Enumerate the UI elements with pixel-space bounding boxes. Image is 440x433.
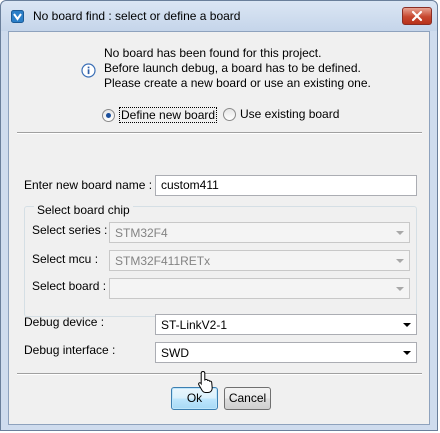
message-line-2: Before launch debug, a board has to be d… — [104, 61, 361, 75]
debug-interface-select[interactable]: SWD — [155, 342, 417, 363]
debug-device-value: ST-LinkV2-1 — [161, 318, 228, 332]
app-icon — [11, 10, 24, 23]
radio-label-define-new: Define new board — [119, 107, 218, 123]
mcu-label: Select mcu : — [32, 252, 99, 266]
separator — [17, 132, 422, 134]
board-select[interactable] — [109, 278, 410, 299]
radio-button-checked[interactable] — [102, 108, 115, 122]
debug-interface-label: Debug interface : — [24, 343, 116, 357]
message-line-1: No board has been found for this project… — [104, 46, 322, 60]
radio-button-unchecked[interactable] — [223, 107, 236, 121]
mcu-value: STM32F411RETx — [115, 254, 211, 268]
board-label: Select board : — [32, 279, 107, 293]
chevron-down-icon — [396, 259, 404, 263]
separator — [17, 373, 422, 375]
debug-device-select[interactable]: ST-LinkV2-1 — [155, 314, 417, 335]
info-icon — [81, 63, 96, 78]
message-line-3: Please create a new board or use an exis… — [104, 76, 371, 90]
board-name-label: Enter new board name : — [24, 178, 153, 192]
mcu-select[interactable]: STM32F411RETx — [109, 250, 410, 271]
close-icon — [411, 10, 423, 22]
cancel-button[interactable]: Cancel — [224, 387, 271, 410]
chevron-down-icon — [396, 287, 404, 291]
chevron-down-icon — [403, 351, 411, 355]
chevron-down-icon — [396, 231, 404, 235]
window-title: No board find : select or define a board — [33, 9, 241, 23]
series-select[interactable]: STM32F4 — [109, 222, 410, 243]
title-bar[interactable]: No board find : select or define a board — [1, 1, 437, 31]
series-value: STM32F4 — [115, 226, 168, 240]
chevron-down-icon — [403, 323, 411, 327]
series-label: Select series : — [32, 223, 108, 237]
mouse-pointer-icon — [198, 370, 213, 393]
debug-interface-value: SWD — [161, 346, 189, 360]
close-button[interactable] — [402, 7, 432, 25]
radio-label-use-existing: Use existing board — [240, 107, 340, 121]
radio-define-new-board[interactable]: Define new board — [102, 107, 218, 123]
debug-device-label: Debug device : — [24, 315, 105, 329]
board-name-input[interactable]: custom411 — [155, 175, 417, 196]
board-chip-group-title: Select board chip — [34, 203, 133, 217]
dialog-window: No board find : select or define a board… — [0, 0, 438, 431]
dialog-body: No board has been found for this project… — [8, 31, 430, 425]
radio-use-existing-board[interactable]: Use existing board — [223, 107, 339, 121]
